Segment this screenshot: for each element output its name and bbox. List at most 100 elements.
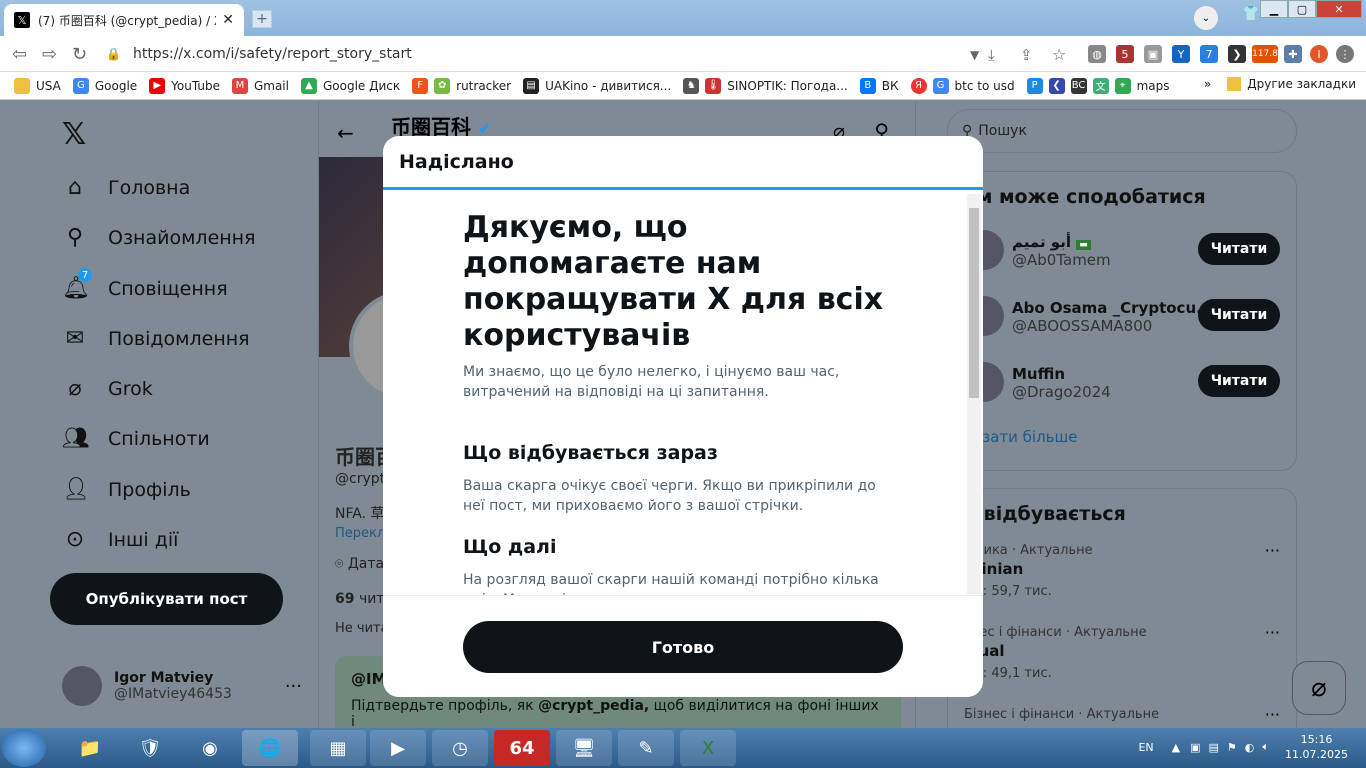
translate-extension-icon[interactable]: 7: [1200, 45, 1218, 63]
nav-notifications[interactable]: 🔔︎ 7 Сповіщення: [62, 268, 228, 301]
trend-item[interactable]: літика · Актуальне rainian тів: 59,7 тис…: [948, 535, 1296, 617]
follow-button[interactable]: Читати: [1198, 299, 1280, 331]
suggested-account[interactable]: Muffin @Drago2024 Читати: [948, 350, 1296, 416]
nav-profile[interactable]: 👤︎ Профіль: [62, 477, 191, 502]
media-player-icon[interactable]: ▶: [370, 730, 426, 766]
google-icon: G: [72, 77, 89, 94]
tray-expand-icon[interactable]: ▲: [1172, 741, 1180, 754]
y-extension-icon[interactable]: Y: [1172, 45, 1190, 63]
shirt-icon[interactable]: 👕: [1242, 6, 1259, 22]
tray-app-icon[interactable]: ▣: [1190, 741, 1200, 754]
new-tab-button[interactable]: +: [252, 10, 272, 28]
bookmark-usa[interactable]: USA: [14, 77, 61, 94]
arrow-extension-icon[interactable]: ❯: [1228, 45, 1246, 63]
tab-search-icon[interactable]: ⌄: [1194, 6, 1218, 30]
bookmarks-right: » Другие закладки: [1204, 77, 1356, 91]
grok-fab-icon[interactable]: ⌀: [1292, 661, 1346, 715]
more-dots-icon[interactable]: ···: [1265, 623, 1280, 642]
bookmark-uakino[interactable]: ▤ UAKino - дивитися...: [523, 77, 671, 94]
excel-icon[interactable]: X: [680, 730, 736, 766]
more-dots-icon[interactable]: ···: [1265, 705, 1280, 724]
bookmark-sinoptik[interactable]: ♞ 🌡 SINOPTIK: Погода...: [683, 77, 848, 94]
user-handle: @IMatviey46453: [114, 686, 232, 702]
account-name: Abo Osama _Cryptocu...: [1012, 299, 1214, 317]
bookmark-gmail[interactable]: M Gmail: [231, 77, 289, 94]
monitor-app-icon[interactable]: 🖥: [556, 730, 612, 766]
tray-app-icon[interactable]: ▤: [1209, 741, 1219, 754]
nav-messages[interactable]: ✉ Повідомлення: [62, 326, 250, 351]
reload-icon[interactable]: ↻: [72, 44, 87, 65]
bookmark-vk[interactable]: В ВК: [859, 77, 899, 94]
suggested-account[interactable]: أبو تميم ▬ @Ab0Tamem Читати: [948, 218, 1296, 284]
puzzle-extension-icon[interactable]: ✚: [1284, 45, 1302, 63]
search-input[interactable]: ⚲ Пошук: [947, 109, 1297, 153]
chrome-icon[interactable]: ◉: [182, 730, 238, 766]
verify-text: Підтвердьте профіль, як @crypt_pedia, що…: [351, 698, 885, 728]
nav-grok[interactable]: ⌀ Grok: [62, 376, 152, 401]
profile-avatar-icon[interactable]: I: [1310, 45, 1328, 63]
other-bookmarks[interactable]: Другие закладки: [1247, 77, 1356, 91]
back-arrow-icon[interactable]: ←: [337, 121, 354, 145]
clock[interactable]: 15:16 11.07.2025: [1285, 732, 1348, 762]
more-dots-icon[interactable]: ···: [1265, 541, 1280, 560]
network-icon[interactable]: ⚑: [1227, 741, 1237, 754]
bookmark-maps[interactable]: P ❮ BC 文 ⌖ maps: [1026, 77, 1170, 94]
show-more-link[interactable]: казати більше: [948, 416, 1296, 458]
browser-tab[interactable]: 𝕏 (7) 币圈百科 (@crypt_pedia) / X ✕: [4, 4, 244, 36]
done-button[interactable]: Готово: [463, 621, 903, 673]
bc-icon: BC: [1070, 77, 1087, 94]
price-extension-icon[interactable]: 117.8: [1252, 45, 1278, 63]
volume-icon[interactable]: 🔈︎: [1262, 740, 1269, 754]
tab-close-icon[interactable]: ✕: [222, 12, 234, 28]
follow-button[interactable]: Читати: [1198, 233, 1280, 265]
dialog-scroll-thumb[interactable]: [969, 208, 979, 398]
more-bookmarks-icon[interactable]: »: [1204, 77, 1211, 91]
system-tray: EN ▲ ▣ ▤ ⚑ ◐ 🔈︎ 15:16 11.07.2025: [1138, 732, 1348, 762]
settings-menu-icon[interactable]: ⋮: [1336, 45, 1354, 63]
bookmark-youtube[interactable]: ▶ YouTube: [149, 77, 220, 94]
minimize-button[interactable]: ▁: [1260, 0, 1288, 18]
trend-item[interactable]: знес і фінанси · Актуальне rtual тів: 49…: [948, 617, 1296, 699]
shield-icon[interactable]: 🛡: [122, 730, 178, 766]
bookmark-google[interactable]: G Google: [72, 77, 137, 94]
ublock-extension-icon[interactable]: 5: [1116, 45, 1134, 63]
nav-explore[interactable]: ⚲ Ознайомлення: [62, 225, 256, 250]
forward-arrow-icon[interactable]: ⇨: [42, 44, 57, 65]
back-arrow-icon[interactable]: ⇦: [12, 44, 27, 65]
window-controls: ▁ ▢ ✕: [1260, 0, 1362, 18]
notepad-app-icon[interactable]: ✎: [618, 730, 674, 766]
nav-more[interactable]: ⊙ Інші дії: [62, 527, 179, 552]
follow-button[interactable]: Читати: [1198, 365, 1280, 397]
gmail-icon: M: [231, 77, 248, 94]
spreadsheet-app-icon[interactable]: ▦: [310, 730, 366, 766]
nav-home[interactable]: ⌂ Головна: [62, 175, 190, 200]
x-logo-icon[interactable]: 𝕏: [62, 117, 86, 152]
explorer-icon[interactable]: 📁: [62, 730, 118, 766]
account-switcher[interactable]: Igor Matviey @IMatviey46453 ···: [62, 661, 302, 711]
dropdown-arrow-icon[interactable]: ▼: [970, 48, 979, 62]
share-icon[interactable]: ⇪: [1020, 46, 1033, 64]
bookmark-google-drive[interactable]: ▲ Google Диск: [300, 77, 400, 94]
address-bar[interactable]: 🔒 https://x.com/i/safety/report_story_st…: [106, 41, 986, 67]
post-button[interactable]: Опублікувати пост: [50, 573, 283, 625]
nav-communities[interactable]: 👥︎ Спільноти: [62, 426, 210, 451]
clock-app-icon[interactable]: ◷: [432, 730, 488, 766]
tray-app-icon[interactable]: ◐: [1245, 741, 1255, 754]
suggested-account[interactable]: Abo Osama _Cryptocu... @ABOOSSAMA800 Чита…: [948, 284, 1296, 350]
now-heading: Що відбувається зараз: [463, 442, 718, 464]
download-icon[interactable]: ⤓: [988, 46, 995, 64]
language-indicator[interactable]: EN: [1138, 741, 1153, 754]
close-window-button[interactable]: ✕: [1316, 0, 1362, 18]
bookmark-btc[interactable]: Я Gbtc to usd: [910, 77, 1015, 94]
start-button[interactable]: [2, 729, 46, 767]
browser-app-icon[interactable]: 🌐: [242, 730, 298, 766]
trend-item[interactable]: Бізнес і фінанси · Актуальне ···: [948, 699, 1296, 728]
globe-extension-icon[interactable]: ◍: [1088, 45, 1106, 63]
briefcase-extension-icon[interactable]: ▣: [1144, 45, 1162, 63]
aida64-icon[interactable]: 64: [494, 730, 550, 766]
more-dots-icon[interactable]: ···: [285, 676, 302, 697]
maximize-button[interactable]: ▢: [1288, 0, 1316, 18]
bookmark-star-icon[interactable]: ☆: [1052, 45, 1066, 64]
bookmark-rutracker[interactable]: F ✿ rutracker: [412, 77, 511, 94]
search-placeholder: Пошук: [978, 123, 1027, 139]
